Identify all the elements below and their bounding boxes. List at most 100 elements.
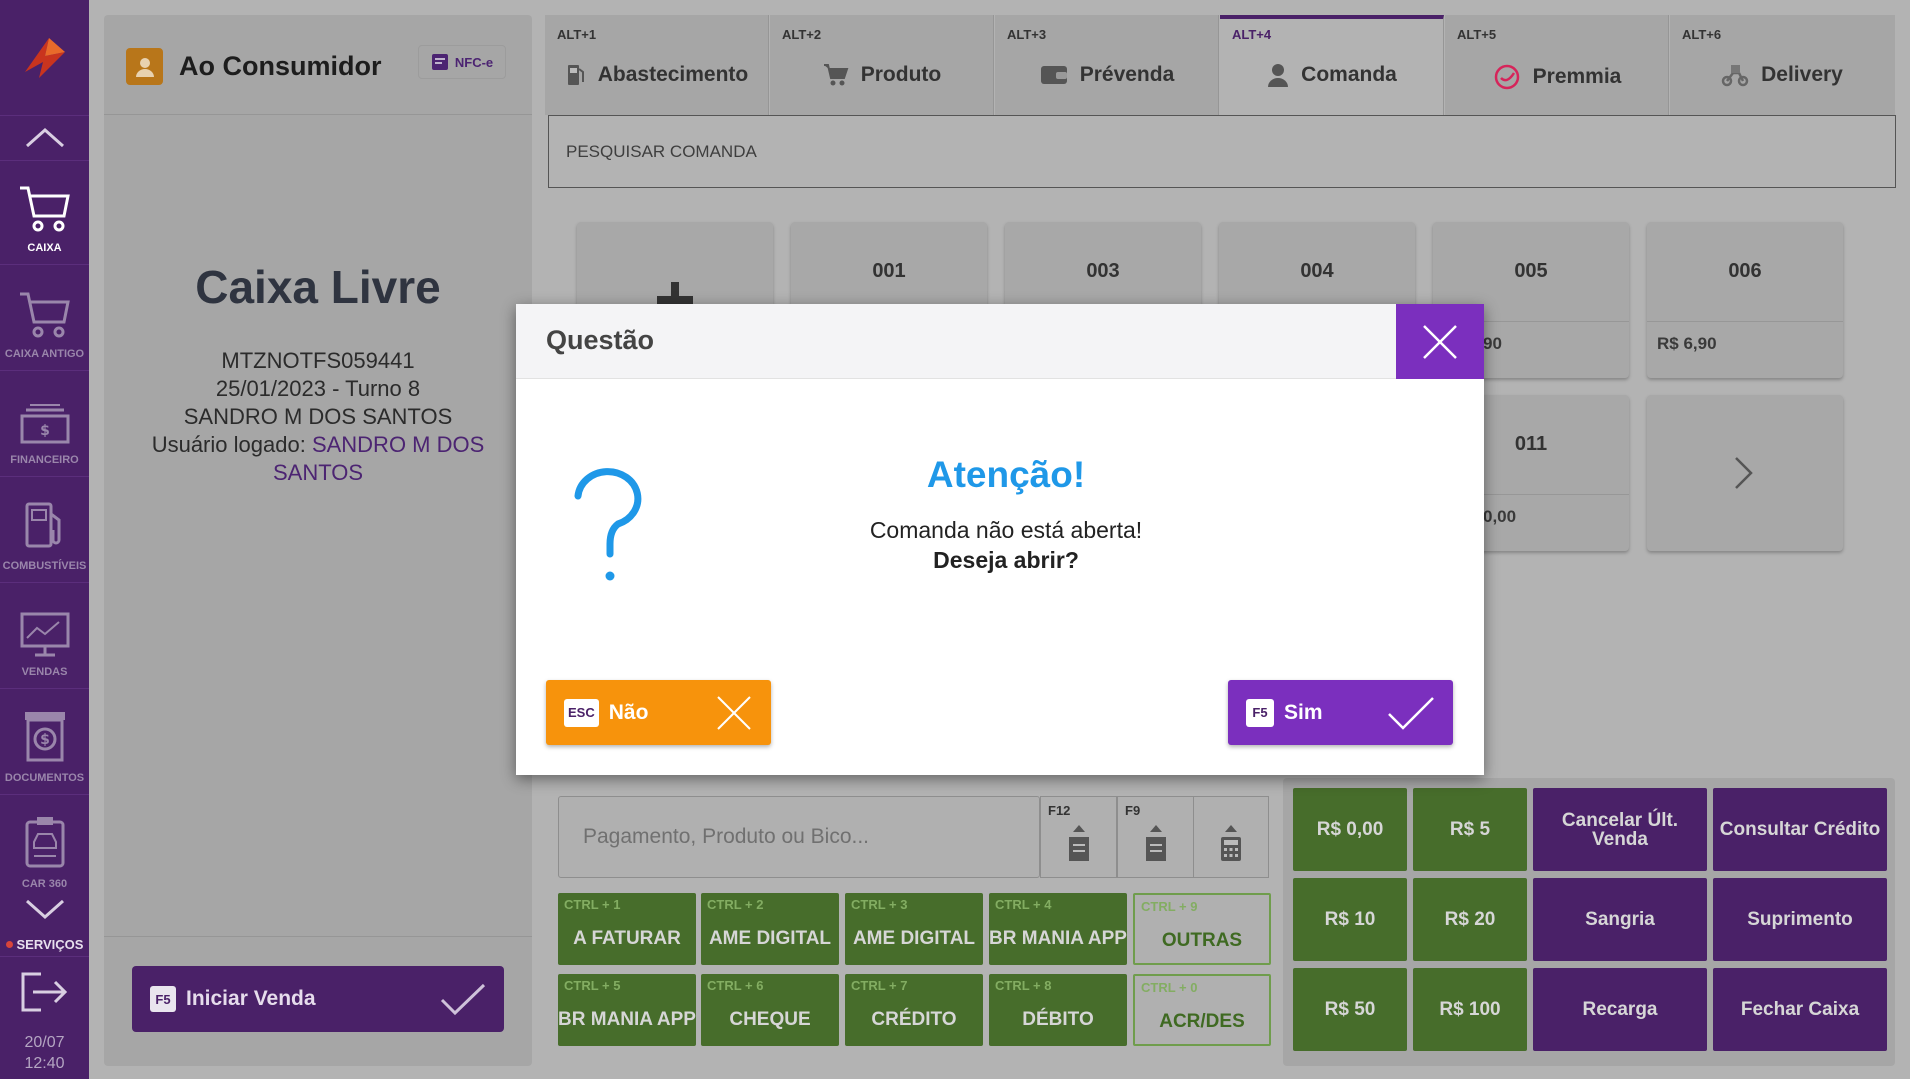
pay-credito-button[interactable]: CTRL + 7 CRÉDITO: [845, 974, 983, 1046]
sidebar-item-caixa-antigo[interactable]: CAIXA ANTIGO: [0, 264, 89, 370]
amount-20-button[interactable]: R$ 20: [1413, 878, 1527, 961]
svg-text:$: $: [40, 732, 50, 748]
fuel-pump-icon: [25, 502, 60, 548]
yes-label: Sim: [1284, 700, 1323, 724]
sidebar-item-caixa[interactable]: CAIXA: [0, 160, 89, 264]
amount-100-button[interactable]: R$ 100: [1413, 968, 1527, 1051]
terminal-id: MTZNOTFS059441: [221, 348, 415, 373]
sidebar-scroll-up-icon[interactable]: [0, 115, 89, 159]
next-page-button[interactable]: [1647, 395, 1843, 551]
customer-name[interactable]: Ao Consumidor: [179, 51, 382, 82]
calculator-icon: [1221, 825, 1241, 861]
suprimento-button[interactable]: Suprimento: [1713, 878, 1887, 961]
payment-product-input[interactable]: Pagamento, Produto ou Bico...: [558, 796, 1040, 878]
sidebar-scroll-down-icon[interactable]: [0, 890, 89, 930]
sangria-button[interactable]: Sangria: [1533, 878, 1707, 961]
shortcut-key: CTRL + 7: [851, 978, 908, 993]
dialog-header: [516, 304, 1484, 379]
document-icon: [431, 54, 448, 70]
payment-label: CHEQUE: [729, 1008, 811, 1030]
comanda-number: 006: [1647, 222, 1843, 322]
delivery-icon: [1721, 65, 1749, 87]
tab-delivery[interactable]: ALT+6 Delivery: [1670, 15, 1895, 115]
shortcut-key: CTRL + 8: [995, 978, 1052, 993]
comanda-card[interactable]: 006 R$ 6,90: [1647, 222, 1843, 378]
sidebar-item-combustiveis[interactable]: COMBUSTÍVEIS: [0, 476, 89, 582]
check-credit-button[interactable]: Consultar Crédito: [1713, 788, 1887, 871]
tab-prevenda[interactable]: ALT+3 Prévenda: [995, 15, 1219, 115]
sidebar-item-label: COMBUSTÍVEIS: [2, 560, 87, 572]
cart-icon: [19, 186, 70, 232]
operator-name: SANDRO M DOS SANTOS: [183, 404, 453, 429]
pay-outras-button[interactable]: CTRL + 9 OUTRAS: [1133, 893, 1271, 965]
pay-acr-des-button[interactable]: CTRL + 0 ACR/DES: [1133, 974, 1271, 1046]
yes-button[interactable]: F5 Sim: [1228, 680, 1453, 745]
shortcut-key: CTRL + 4: [995, 897, 1052, 912]
pay-ame-digital-button[interactable]: CTRL + 2 AME DIGITAL: [701, 893, 839, 965]
search-comanda-input[interactable]: PESQUISAR COMANDA: [548, 115, 1896, 188]
wallet-icon: [1040, 66, 1067, 84]
dialog-title: Questão: [546, 325, 655, 355]
amount-50-button[interactable]: R$ 50: [1293, 968, 1407, 1051]
f12-receipt-button[interactable]: F12: [1040, 796, 1117, 878]
no-button[interactable]: ESC Não: [546, 680, 771, 745]
payment-label: A FATURAR: [573, 927, 681, 949]
sidebar-servicos[interactable]: SERVIÇOS: [0, 934, 89, 954]
shortcut-key: CTRL + 1: [564, 897, 621, 912]
sidebar-item-car-360[interactable]: CAR 360: [0, 794, 89, 900]
servicos-label: SERVIÇOS: [16, 936, 84, 952]
comanda-value: 0,00: [1483, 507, 1517, 526]
cashier-status: Caixa Livre: [195, 261, 441, 313]
amount-10-button[interactable]: R$ 10: [1293, 878, 1407, 961]
chevron-right-icon: [1735, 457, 1753, 489]
shortcut-key: F5: [150, 986, 176, 1012]
dialog-close-button[interactable]: [1396, 304, 1484, 379]
pay-a-faturar-button[interactable]: CTRL + 1 A FATURAR: [558, 893, 696, 965]
cashier-panel: [104, 15, 532, 1066]
pay-cheque-button[interactable]: CTRL + 6 CHEQUE: [701, 974, 839, 1046]
logout-icon[interactable]: [0, 970, 89, 1014]
pay-br-mania-app-button[interactable]: CTRL + 4 BR MANIA APP: [989, 893, 1127, 965]
app-logo: [0, 0, 89, 115]
premmia-icon: [1494, 64, 1519, 90]
tab-abastecimento[interactable]: ALT+1 Abastecimento: [545, 15, 769, 115]
tab-label: Premmia: [1532, 65, 1622, 88]
tab-label: Prévenda: [1079, 63, 1175, 86]
pay-debito-button[interactable]: CTRL + 8 DÉBITO: [989, 974, 1127, 1046]
close-register-button[interactable]: Fechar Caixa: [1713, 968, 1887, 1051]
recarga-button[interactable]: Recarga: [1533, 968, 1707, 1051]
sidebar-item-label: CAIXA: [27, 242, 62, 254]
no-label: Não: [608, 700, 649, 724]
nfce-toggle[interactable]: NFC-e: [418, 45, 506, 79]
pay-ame-digital-2-button[interactable]: CTRL + 3 AME DIGITAL: [845, 893, 983, 965]
tab-premmia[interactable]: ALT+5 Premmia: [1445, 15, 1669, 115]
comanda-value: R$ 6,90: [1657, 334, 1717, 353]
close-icon: [1423, 324, 1457, 359]
sidebar-item-label: VENDAS: [21, 666, 68, 678]
sidebar-item-vendas[interactable]: VENDAS: [0, 582, 89, 688]
payment-label: ACR/DES: [1159, 1010, 1245, 1032]
dialog-message: Comanda não está aberta!: [869, 517, 1143, 543]
shortcut-key: CTRL + 5: [564, 978, 621, 993]
cancel-last-sale-button[interactable]: Cancelar Últ. Venda: [1533, 788, 1707, 871]
close-icon: [717, 695, 751, 730]
sidebar-item-financeiro[interactable]: $ FINANCEIRO: [0, 370, 89, 476]
tab-shortcut: ALT+1: [557, 27, 597, 42]
start-sale-button[interactable]: F5 Iniciar Venda: [132, 966, 504, 1032]
cart-icon: [823, 64, 849, 86]
tab-comanda[interactable]: ALT+4 Comanda: [1220, 15, 1444, 115]
payment-label: AME DIGITAL: [852, 927, 976, 949]
date-turn: 25/01/2023 - Turno 8: [215, 376, 421, 401]
sidebar-item-documentos[interactable]: $ DOCUMENTOS: [0, 688, 89, 794]
payment-label: CRÉDITO: [871, 1008, 957, 1030]
sidebar-item-label: DOCUMENTOS: [4, 772, 85, 784]
calculator-button[interactable]: [1193, 796, 1269, 878]
f9-receipt-button[interactable]: F9: [1117, 796, 1194, 878]
payment-label: OUTRAS: [1161, 929, 1243, 951]
status-dot-icon: [5, 940, 13, 948]
start-sale-label: Iniciar Venda: [186, 987, 316, 1010]
tab-produto[interactable]: ALT+2 Produto: [770, 15, 994, 115]
amount-0-button[interactable]: R$ 0,00: [1293, 788, 1407, 871]
amount-5-button[interactable]: R$ 5: [1413, 788, 1527, 871]
pay-br-mania-app-2-button[interactable]: CTRL + 5 BR MANIA APP: [558, 974, 696, 1046]
